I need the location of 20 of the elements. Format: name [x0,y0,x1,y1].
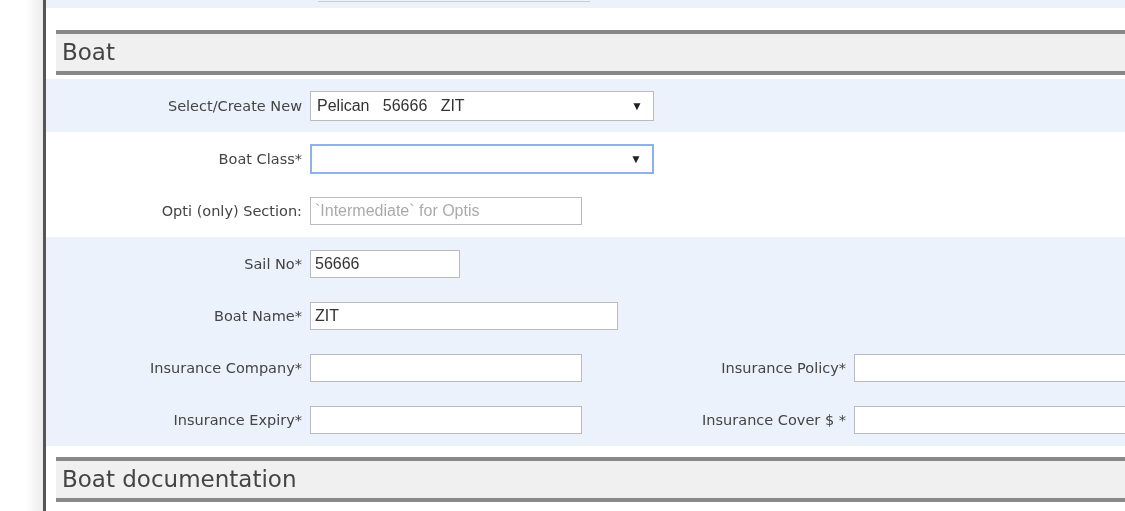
input-field[interactable] [310,354,582,382]
input-field[interactable] [854,406,1125,434]
field-label: Boat Name* [212,308,303,324]
field-label: Insurance Company* [149,360,303,376]
field-label: Select/Create New [166,98,303,114]
input-field[interactable] [854,354,1125,382]
input-field[interactable]: 56666 [310,250,460,278]
field-label: Boat Class* [217,151,303,167]
dropdown[interactable]: Pelican 56666 ZIT ▼ [310,91,654,121]
section-header: Boat documentation [56,457,1125,502]
field-label: Insurance Cover $ * [701,412,847,428]
field-label: Sail No* [243,256,303,272]
input-field[interactable] [310,406,582,434]
field-label: Opti (only) Section: [160,203,303,219]
field-label: Insurance Expiry* [172,412,303,428]
field-label: Insurance Policy* [720,360,847,376]
dropdown[interactable]: ▼ [310,144,654,174]
section-header: Boat [56,30,1125,75]
input-field[interactable]: `Intermediate` for Optis [310,197,582,225]
input-field[interactable]: ZIT [310,302,618,330]
